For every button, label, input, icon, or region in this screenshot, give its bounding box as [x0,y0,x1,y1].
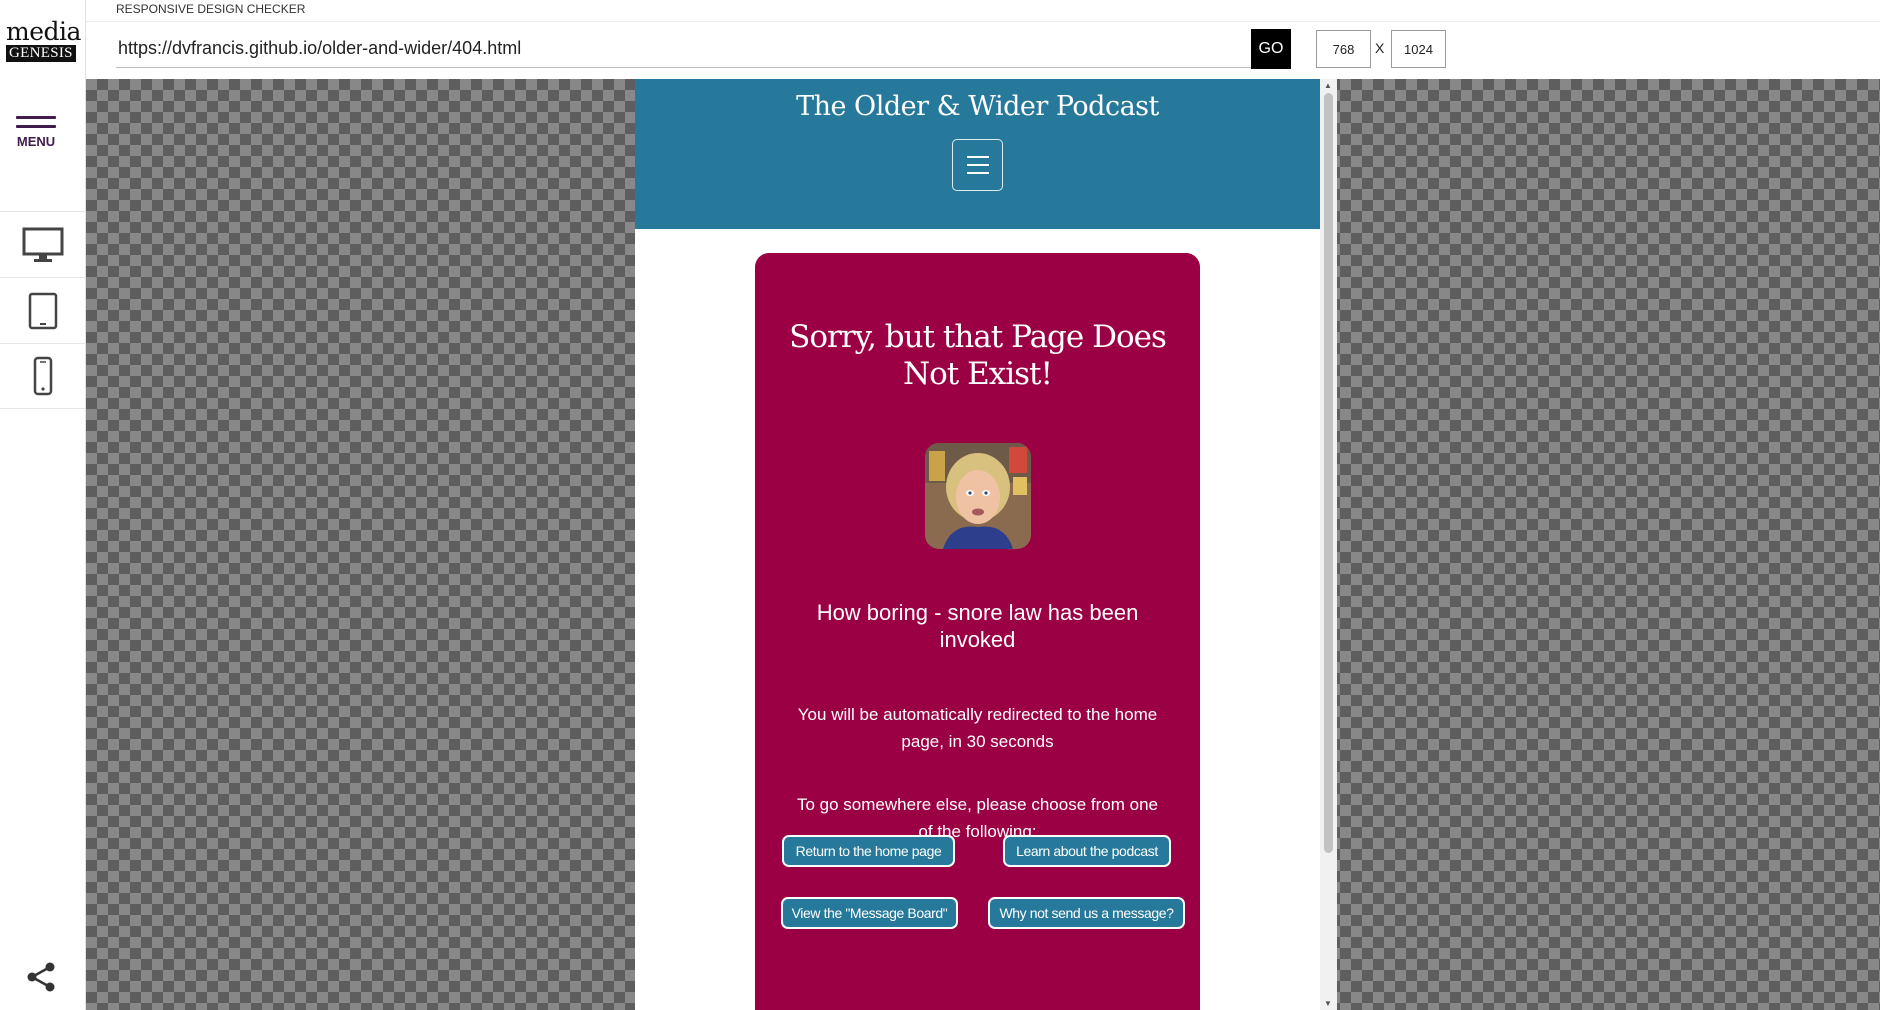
error-heading: Sorry, but that Page Does Not Exist! [789,319,1167,392]
hamburger-icon-bar [966,172,989,174]
monitor-icon [22,227,63,262]
sidebar: media GENESIS MENU [0,0,86,1010]
preview-scrollbar[interactable]: ▲ ▼ [1320,79,1337,1010]
error-subheading: How boring - snore law has been invoked [816,600,1139,652]
phone-icon [33,356,52,396]
divider [86,21,1880,22]
go-button[interactable]: GO [1251,29,1291,69]
share-icon [27,962,55,992]
menu-button[interactable]: MENU [10,116,62,168]
hamburger-icon [966,156,989,158]
tablet-device-button[interactable] [0,277,85,343]
scroll-thumb[interactable] [1324,93,1333,853]
dimension-separator: X [1375,40,1385,56]
menu-label: MENU [16,134,56,149]
height-input[interactable] [1391,30,1446,68]
logo-text-media: media [6,17,81,46]
send-message-button[interactable]: Why not send us a message? [988,897,1185,929]
redirect-message: You will be automatically redirected to … [797,705,1158,751]
share-button[interactable] [24,960,58,994]
learn-about-podcast-button[interactable]: Learn about the podcast [1003,835,1171,867]
device-preview: The Older & Wider Podcast Sorry, but tha… [635,79,1337,1010]
hamburger-icon-bar [16,125,56,128]
width-input[interactable] [1316,30,1371,68]
scroll-down-icon[interactable]: ▼ [1324,999,1332,1008]
tablet-icon [28,292,57,329]
message-board-button[interactable]: View the "Message Board" [781,897,958,929]
hamburger-icon-bar [966,164,989,166]
desktop-device-button[interactable] [0,211,85,277]
mobile-device-button[interactable] [0,343,85,409]
error-card: Sorry, but that Page Does Not Exist! How… [755,253,1200,1010]
hamburger-icon [16,116,56,119]
surprised-host-photo [925,443,1031,549]
media-genesis-logo[interactable]: media GENESIS [6,17,81,62]
scroll-up-icon[interactable]: ▲ [1324,81,1332,90]
nav-toggle-button[interactable] [952,139,1003,191]
site-header: The Older & Wider Podcast [635,79,1320,229]
logo-text-genesis: GENESIS [6,45,76,62]
home-page-button[interactable]: Return to the home page [782,835,955,867]
site-title[interactable]: The Older & Wider Podcast [635,91,1320,122]
app-title: RESPONSIVE DESIGN CHECKER [116,2,306,16]
url-input[interactable] [116,30,1252,68]
